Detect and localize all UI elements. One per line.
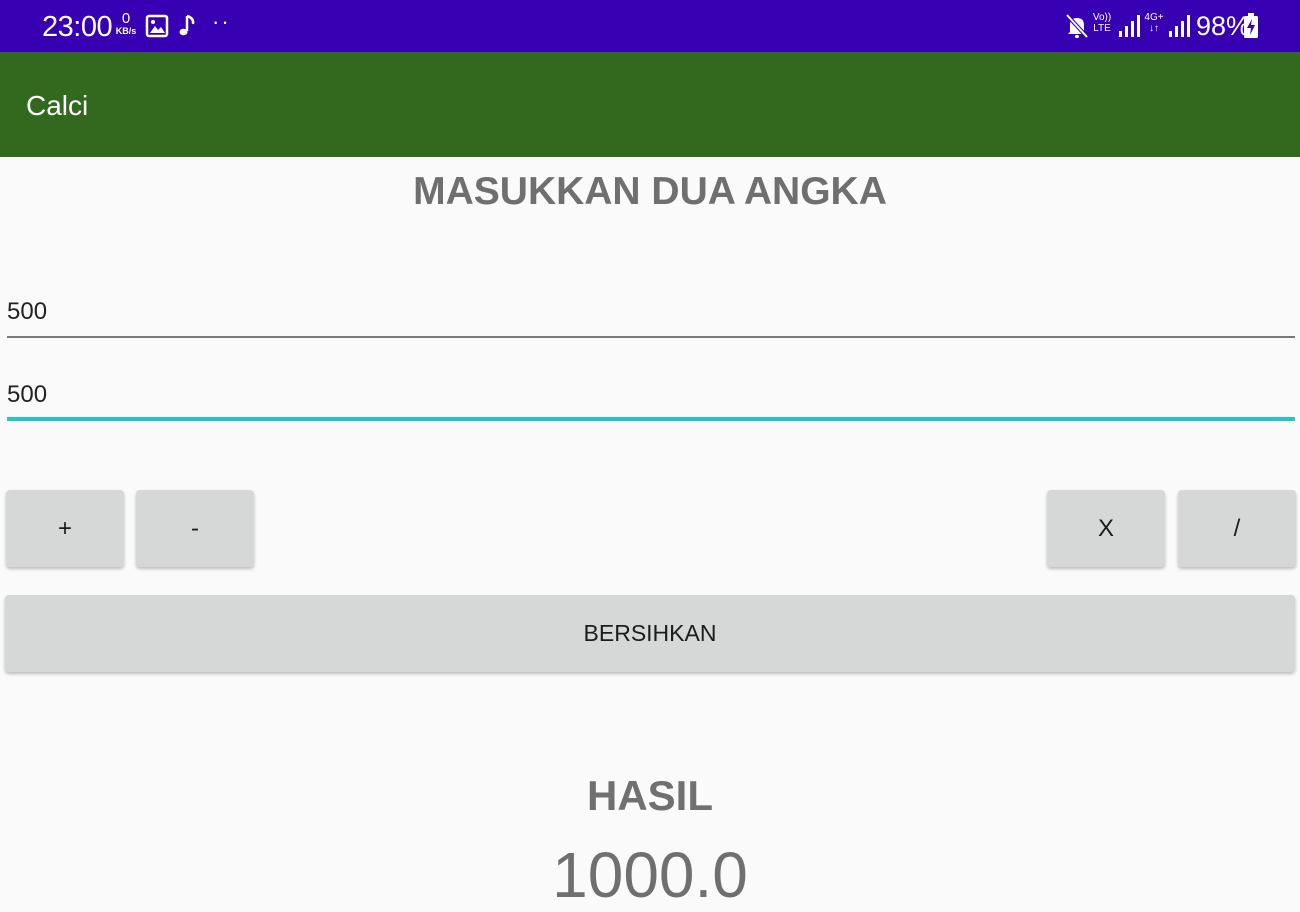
add-button[interactable]: + — [6, 490, 124, 567]
subtract-button[interactable]: - — [136, 490, 254, 567]
mute-icon — [1065, 13, 1089, 39]
result-value: 1000.0 — [552, 839, 748, 911]
volte-indicator: Vo)) LTE — [1092, 12, 1112, 34]
page-heading: MASUKKAN DUA ANGKA — [413, 170, 887, 213]
first-number-input[interactable] — [7, 298, 1295, 326]
status-time: 23:00 — [42, 11, 113, 43]
net-speed-unit: KB/s — [115, 26, 137, 36]
network-type-bottom: ↓↑ — [1149, 23, 1159, 34]
second-number-input[interactable] — [7, 381, 1295, 409]
app-title: Calci — [26, 90, 89, 121]
image-icon — [145, 14, 169, 38]
music-note-icon — [179, 14, 195, 36]
battery-charging-icon — [1244, 13, 1258, 38]
network-type-top: 4G+ — [1144, 12, 1164, 23]
net-speed-value: 0 — [121, 10, 131, 27]
network-type: 4G+ ↓↑ — [1144, 12, 1164, 34]
first-number-underline — [7, 336, 1295, 338]
result-label: HASIL — [587, 772, 713, 819]
status-bar: 23:00 0 KB/s ·· Vo)) LTE 4G+ ↓↑ 98% — [0, 0, 1300, 52]
first-number-field[interactable] — [7, 298, 1295, 338]
battery-percent: 98% — [1196, 11, 1251, 41]
app-bar: Calci — [0, 52, 1300, 157]
divide-button[interactable]: / — [1178, 490, 1296, 567]
net-speed: 0 KB/s — [113, 11, 139, 36]
more-dots-icon: ·· — [212, 9, 231, 34]
signal-icon — [1169, 15, 1190, 37]
second-number-underline — [7, 417, 1295, 421]
clear-button[interactable]: BERSIHKAN — [5, 595, 1295, 672]
volte-top: Vo)) — [1092, 12, 1112, 23]
volte-bottom: LTE — [1093, 23, 1111, 34]
signal-icon — [1119, 15, 1140, 37]
second-number-field[interactable] — [7, 381, 1295, 421]
multiply-button[interactable]: X — [1047, 490, 1165, 567]
